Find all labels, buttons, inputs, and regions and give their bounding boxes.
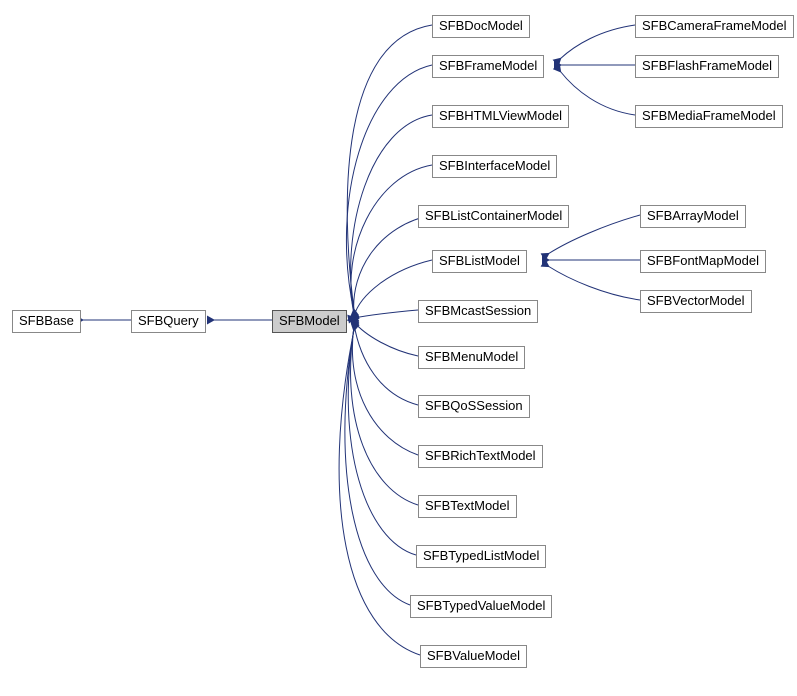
node-label: SFBTypedValueModel bbox=[417, 598, 545, 613]
node-sfbvectormodel[interactable]: SFBVectorModel bbox=[640, 290, 752, 313]
node-label: SFBQuery bbox=[138, 313, 199, 328]
node-sfbflashframemodel[interactable]: SFBFlashFrameModel bbox=[635, 55, 779, 78]
node-sfblistmodel[interactable]: SFBListModel bbox=[432, 250, 527, 273]
edge bbox=[345, 329, 410, 605]
node-sfbcameraframemodel[interactable]: SFBCameraFrameModel bbox=[635, 15, 794, 38]
node-sfbdocmodel[interactable]: SFBDocModel bbox=[432, 15, 530, 38]
node-label: SFBHTMLViewModel bbox=[439, 108, 562, 123]
node-label: SFBFontMapModel bbox=[647, 253, 759, 268]
node-label: SFBRichTextModel bbox=[425, 448, 536, 463]
edge bbox=[548, 266, 640, 300]
node-label: SFBMcastSession bbox=[425, 303, 531, 318]
edge bbox=[560, 25, 635, 59]
edge bbox=[348, 328, 416, 555]
node-sfbhtmlviewmodel[interactable]: SFBHTMLViewModel bbox=[432, 105, 569, 128]
node-label: SFBTextModel bbox=[425, 498, 510, 513]
node-sfbtypedvaluemodel[interactable]: SFBTypedValueModel bbox=[410, 595, 552, 618]
node-label: SFBVectorModel bbox=[647, 293, 745, 308]
node-sfbmenumodel[interactable]: SFBMenuModel bbox=[418, 346, 525, 369]
node-label: SFBBase bbox=[19, 313, 74, 328]
node-sfbinterfacemodel[interactable]: SFBInterfaceModel bbox=[432, 155, 557, 178]
edge bbox=[354, 310, 418, 318]
node-sfbrichtextmodel[interactable]: SFBRichTextModel bbox=[418, 445, 543, 468]
inheritance-diagram: SFBBase SFBQuery SFBModel SFBDocModel SF… bbox=[0, 0, 797, 696]
edge bbox=[347, 25, 432, 310]
node-label: SFBFlashFrameModel bbox=[642, 58, 772, 73]
node-sfbframemodel[interactable]: SFBFrameModel bbox=[432, 55, 544, 78]
node-label: SFBInterfaceModel bbox=[439, 158, 550, 173]
node-sfblistcontainermodel[interactable]: SFBListContainerModel bbox=[418, 205, 569, 228]
node-sfbbase[interactable]: SFBBase bbox=[12, 310, 81, 333]
node-label: SFBListModel bbox=[439, 253, 520, 268]
node-label: SFBFrameModel bbox=[439, 58, 537, 73]
node-sfbqossession[interactable]: SFBQoSSession bbox=[418, 395, 530, 418]
node-label: SFBDocModel bbox=[439, 18, 523, 33]
node-label: SFBModel bbox=[279, 313, 340, 328]
node-sfbfontmapmodel[interactable]: SFBFontMapModel bbox=[640, 250, 766, 273]
node-sfbmediaframemodel[interactable]: SFBMediaFrameModel bbox=[635, 105, 783, 128]
node-sfbvaluemodel[interactable]: SFBValueModel bbox=[420, 645, 527, 668]
node-label: SFBQoSSession bbox=[425, 398, 523, 413]
node-label: SFBArrayModel bbox=[647, 208, 739, 223]
node-label: SFBListContainerModel bbox=[425, 208, 562, 223]
node-label: SFBTypedListModel bbox=[423, 548, 539, 563]
node-label: SFBMediaFrameModel bbox=[642, 108, 776, 123]
node-sfbmcastsession[interactable]: SFBMcastSession bbox=[418, 300, 538, 323]
edge bbox=[346, 65, 432, 312]
edge bbox=[351, 165, 432, 314]
node-label: SFBValueModel bbox=[427, 648, 520, 663]
node-label: SFBMenuModel bbox=[425, 349, 518, 364]
edge bbox=[351, 327, 418, 505]
node-sfbtypedlistmodel[interactable]: SFBTypedListModel bbox=[416, 545, 546, 568]
edge bbox=[354, 322, 418, 356]
edge bbox=[560, 71, 635, 115]
node-sfbmodel[interactable]: SFBModel bbox=[272, 310, 347, 333]
node-sfbarraymodel[interactable]: SFBArrayModel bbox=[640, 205, 746, 228]
node-label: SFBCameraFrameModel bbox=[642, 18, 787, 33]
edge bbox=[354, 324, 418, 405]
node-sfbquery[interactable]: SFBQuery bbox=[131, 310, 206, 333]
edge bbox=[339, 330, 420, 655]
node-sfbtextmodel[interactable]: SFBTextModel bbox=[418, 495, 517, 518]
edge bbox=[352, 326, 418, 455]
